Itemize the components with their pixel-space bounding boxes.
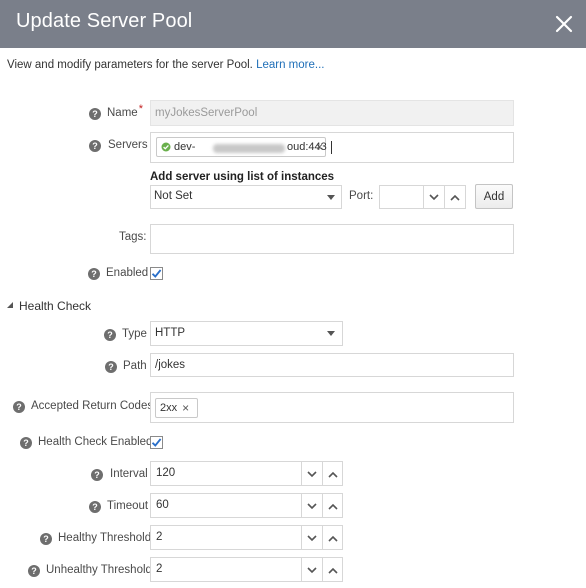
name-label-text: Name <box>107 107 138 119</box>
name-help-icon[interactable]: ? <box>89 108 101 120</box>
healthy-threshold-label: Healthy Threshold <box>58 532 152 544</box>
timeout-value: 60 <box>156 499 169 511</box>
server-chip-prefix: dev- <box>174 141 196 153</box>
port-input[interactable] <box>379 185 466 209</box>
unhealthy-threshold-decrement-button[interactable] <box>301 558 322 582</box>
healthy-threshold-value: 2 <box>156 531 163 543</box>
add-server-button[interactable]: Add <box>475 184 513 209</box>
port-increment-button[interactable] <box>444 185 465 209</box>
path-help-icon[interactable]: ? <box>105 361 117 373</box>
chevron-down-icon <box>307 502 317 509</box>
healthy-threshold-input[interactable]: 2 <box>150 525 343 550</box>
unhealthy-threshold-help-icon[interactable]: ? <box>28 565 40 577</box>
learn-more-link[interactable]: Learn more... <box>256 59 324 71</box>
path-value: /jokes <box>155 359 186 371</box>
healthy-threshold-help-icon[interactable]: ? <box>40 533 52 545</box>
chevron-up-icon <box>328 567 338 574</box>
type-label: Type <box>122 328 147 340</box>
section-collapse-icon[interactable] <box>7 302 13 308</box>
intro-text: View and modify parameters for the serve… <box>7 59 253 71</box>
chevron-up-icon <box>328 503 338 510</box>
return-code-chip-label: 2xx <box>160 402 178 414</box>
chevron-up-icon <box>328 471 338 478</box>
text-caret <box>331 141 332 154</box>
interval-decrement-button[interactable] <box>301 462 322 486</box>
server-chip: dev- oud:443 × <box>156 137 327 157</box>
servers-label: Servers <box>108 139 148 151</box>
enabled-help-icon[interactable]: ? <box>88 268 100 280</box>
port-label: Port: <box>349 190 374 202</box>
interval-label: Interval <box>110 468 148 480</box>
timeout-label: Timeout <box>107 500 149 512</box>
instance-select-value: Not Set <box>154 190 193 202</box>
timeout-increment-button[interactable] <box>322 494 343 518</box>
intro-text-line: View and modify parameters for the serve… <box>7 59 324 71</box>
enabled-label: Enabled <box>106 267 149 279</box>
type-help-icon[interactable]: ? <box>104 329 116 341</box>
hc-enabled-help-icon[interactable]: ? <box>20 437 32 449</box>
tags-label: Tags: <box>119 231 147 243</box>
instance-dropdown-arrow-icon[interactable] <box>327 195 335 200</box>
accepted-codes-field[interactable] <box>150 392 514 423</box>
server-status-icon <box>161 142 171 152</box>
enabled-checkbox[interactable] <box>150 267 163 280</box>
interval-input[interactable]: 120 <box>150 461 343 486</box>
hc-enabled-label: Health Check Enabled <box>38 436 153 448</box>
servers-help-icon[interactable]: ? <box>89 140 101 152</box>
interval-help-icon[interactable]: ? <box>91 469 103 481</box>
tags-input[interactable] <box>150 224 514 254</box>
accepted-codes-label: Accepted Return Codes <box>31 400 154 412</box>
name-value: myJokesServerPool <box>155 107 258 119</box>
dialog-titlebar: Update Server Pool <box>0 0 586 48</box>
chevron-down-icon <box>307 534 317 541</box>
chip-remove-icon[interactable]: × <box>182 401 189 415</box>
accepted-codes-help-icon[interactable]: ? <box>13 401 25 413</box>
timeout-input[interactable]: 60 <box>150 493 343 518</box>
close-icon[interactable] <box>552 12 576 36</box>
interval-increment-button[interactable] <box>322 462 343 486</box>
add-server-heading: Add server using list of instances <box>150 171 335 183</box>
healthy-threshold-increment-button[interactable] <box>322 526 343 550</box>
chevron-up-icon <box>328 535 338 542</box>
unhealthy-threshold-increment-button[interactable] <box>322 558 343 582</box>
path-label: Path <box>123 360 147 372</box>
check-icon <box>151 269 162 278</box>
health-check-section-title[interactable]: Health Check <box>19 299 91 313</box>
chevron-down-icon <box>429 193 439 200</box>
interval-value: 120 <box>156 467 176 479</box>
chip-remove-icon[interactable]: × <box>316 140 323 154</box>
required-mark: * <box>138 103 143 115</box>
return-code-chip: 2xx × <box>155 398 198 418</box>
redacted-hostname <box>213 144 285 153</box>
timeout-decrement-button[interactable] <box>301 494 322 518</box>
type-select-value: HTTP <box>155 327 186 339</box>
timeout-help-icon[interactable]: ? <box>89 501 101 513</box>
dialog-title: Update Server Pool <box>16 10 193 32</box>
chevron-down-icon <box>307 566 317 573</box>
chevron-down-icon <box>307 470 317 477</box>
name-label: Name* <box>107 103 143 119</box>
chevron-up-icon <box>450 194 460 201</box>
unhealthy-threshold-value: 2 <box>156 563 163 575</box>
type-dropdown-arrow-icon[interactable] <box>327 331 335 336</box>
unhealthy-threshold-input[interactable]: 2 <box>150 557 343 582</box>
port-decrement-button[interactable] <box>423 185 444 209</box>
unhealthy-threshold-label: Unhealthy Threshold <box>46 564 152 576</box>
healthy-threshold-decrement-button[interactable] <box>301 526 322 550</box>
check-icon <box>151 438 162 447</box>
hc-enabled-checkbox[interactable] <box>150 436 163 449</box>
path-input[interactable] <box>150 353 514 377</box>
